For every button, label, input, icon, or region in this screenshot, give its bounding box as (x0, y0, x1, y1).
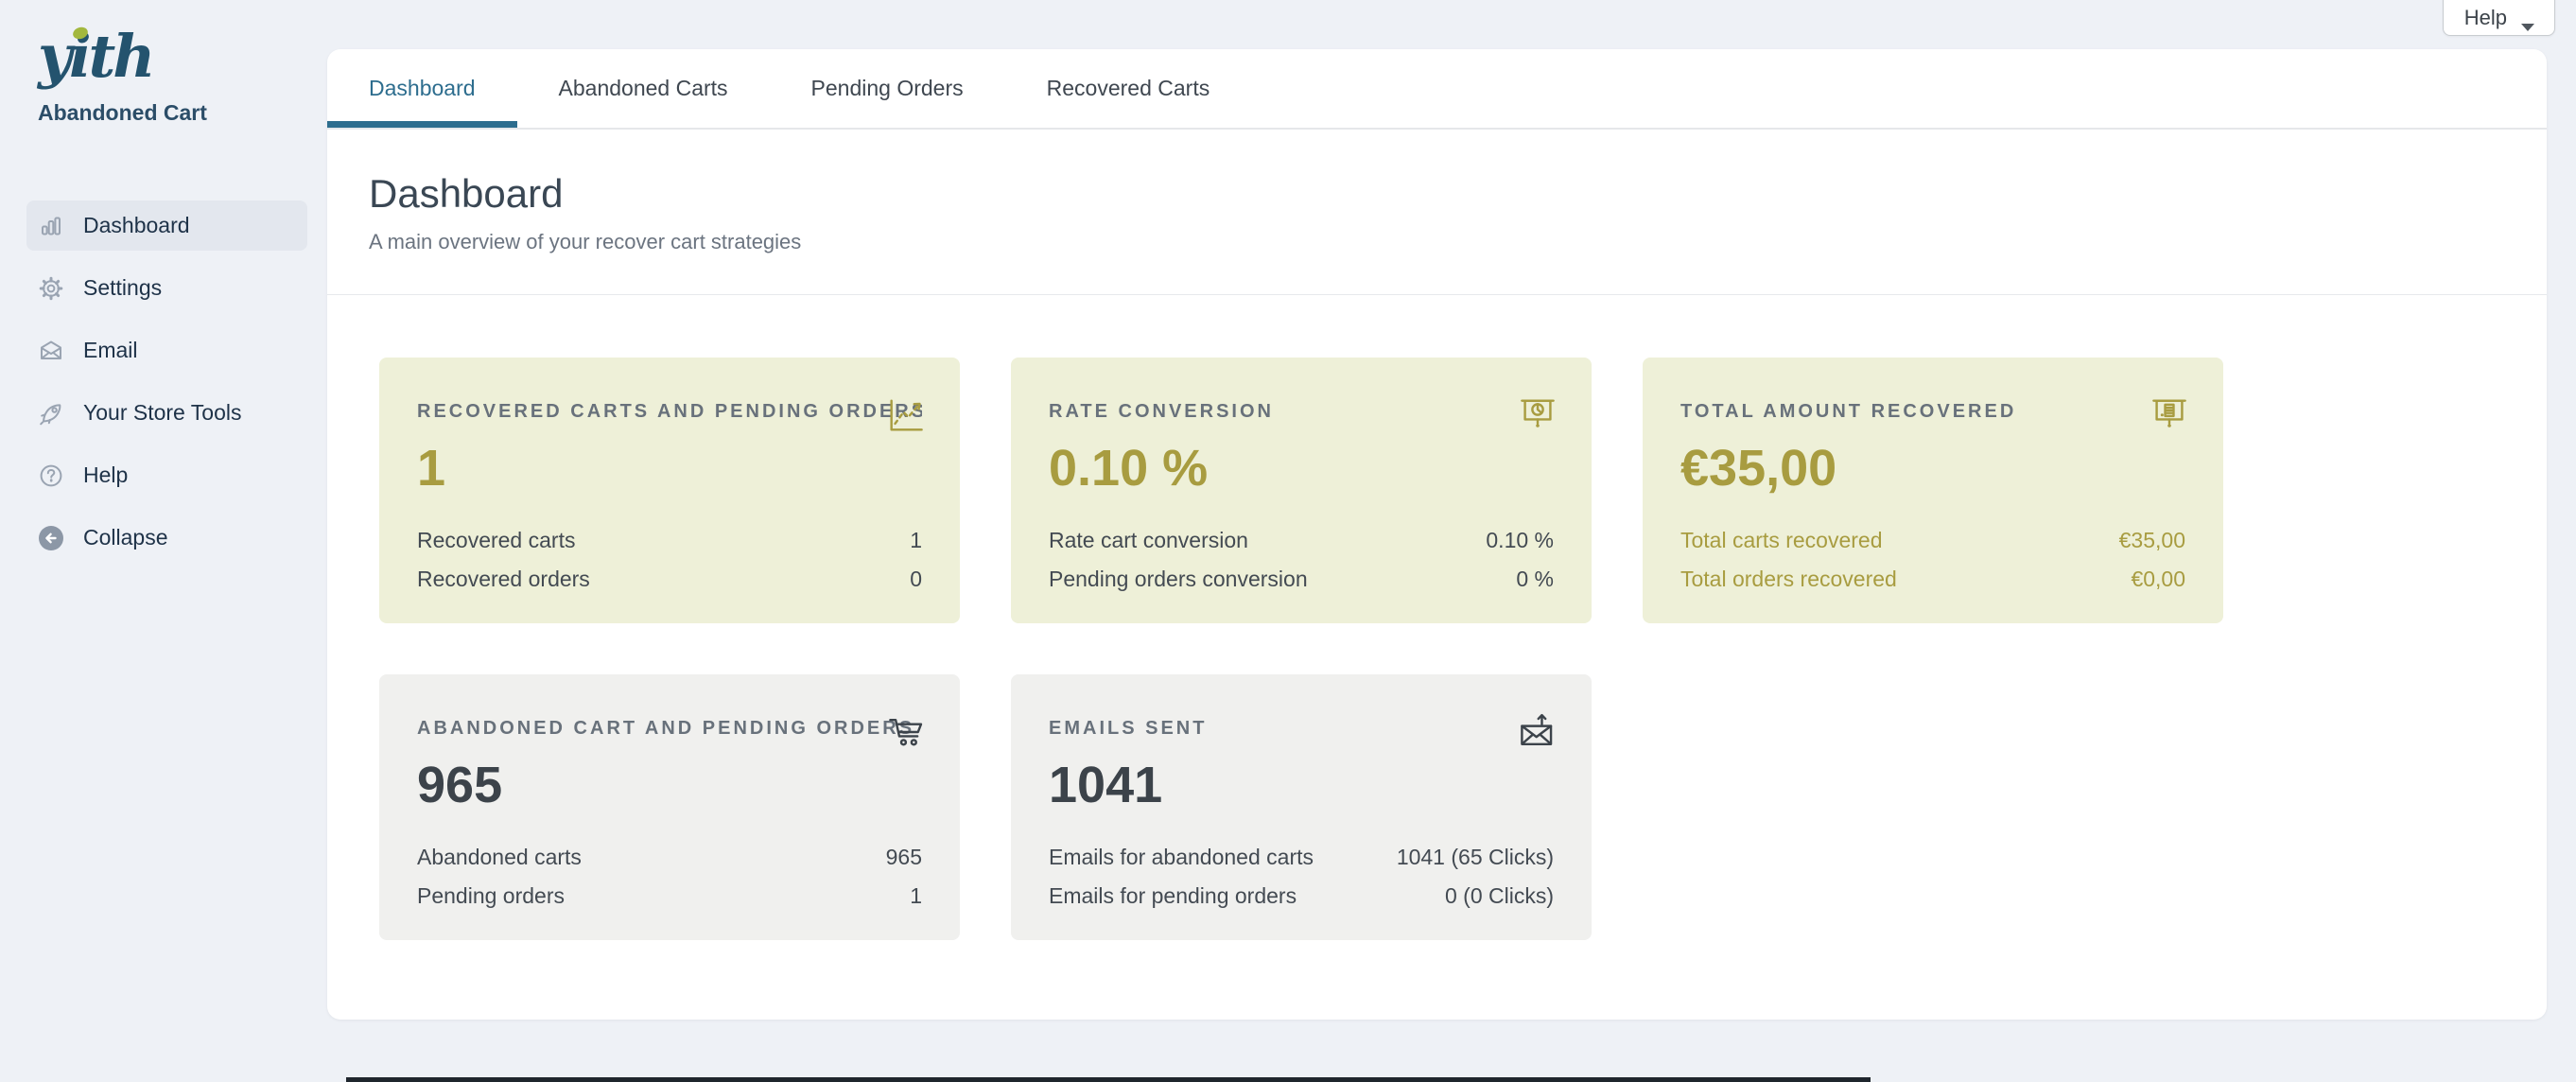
sidebar-item-label: Help (83, 462, 128, 488)
caret-down-icon (2520, 13, 2535, 23)
row-value: 0 (0 Clicks) (1445, 883, 1554, 909)
card-title: RATE CONVERSION (1049, 401, 1554, 423)
sidebar-nav: Dashboard Settings Email Your (26, 201, 307, 575)
sidebar: yith Abandoned Cart Dashboard Settings (0, 0, 327, 1082)
card-row: Total carts recovered €35,00 (1680, 521, 2185, 560)
tab-label: Recovered Carts (1047, 76, 1210, 101)
sidebar-item-label: Your Store Tools (83, 400, 242, 426)
row-value: 965 (886, 845, 922, 870)
card-row: Pending orders 1 (417, 877, 922, 916)
card-row: Rate cart conversion 0.10 % (1049, 521, 1554, 560)
tab-abandoned-carts[interactable]: Abandoned Carts (517, 49, 770, 128)
sidebar-item-label: Email (83, 338, 138, 363)
row-value: 0.10 % (1486, 528, 1554, 553)
card-rows: Total carts recovered €35,00 Total order… (1680, 521, 2185, 599)
card-recovered-carts-and-pending-orders: RECOVERED CARTS AND PENDING ORDERS 1 Rec… (379, 358, 960, 623)
row-label: Rate cart conversion (1049, 528, 1248, 553)
row-label: Total carts recovered (1680, 528, 1882, 553)
sidebar-item-dashboard[interactable]: Dashboard (26, 201, 307, 251)
sidebar-item-label: Settings (83, 275, 162, 301)
sidebar-item-label: Collapse (83, 525, 168, 550)
row-value: €35,00 (2119, 528, 2185, 553)
card-rows: Emails for abandoned carts 1041 (65 Clic… (1049, 838, 1554, 916)
envelope-icon (38, 338, 64, 364)
sidebar-item-your-store-tools[interactable]: Your Store Tools (26, 388, 307, 438)
row-value: 1041 (65 Clicks) (1397, 845, 1554, 870)
row-value: 1 (910, 883, 922, 909)
card-value: 965 (417, 757, 922, 813)
product-name: Abandoned Cart (38, 100, 207, 126)
card-title: RECOVERED CARTS AND PENDING ORDERS (417, 401, 922, 423)
row-label: Pending orders conversion (1049, 567, 1308, 592)
presentation-pie-icon (1516, 393, 1559, 437)
tab-recovered-carts[interactable]: Recovered Carts (1005, 49, 1252, 128)
stats-cards-grid: RECOVERED CARTS AND PENDING ORDERS 1 Rec… (327, 295, 2547, 940)
card-rows: Recovered carts 1 Recovered orders 0 (417, 521, 922, 599)
presentation-money-icon (2148, 393, 2191, 437)
question-circle-icon (38, 462, 64, 489)
page-subtitle: A main overview of your recover cart str… (369, 230, 2505, 254)
tab-label: Dashboard (369, 76, 476, 101)
card-row: Recovered carts 1 (417, 521, 922, 560)
sidebar-item-label: Dashboard (83, 213, 190, 238)
rocket-icon (38, 400, 64, 427)
card-value: 0.10 % (1049, 440, 1554, 497)
card-rows: Abandoned carts 965 Pending orders 1 (417, 838, 922, 916)
sidebar-item-collapse[interactable]: Collapse (26, 513, 307, 563)
card-row: Abandoned carts 965 (417, 838, 922, 877)
row-value: 0 % (1516, 567, 1554, 592)
card-value: 1041 (1049, 757, 1554, 813)
tab-dashboard[interactable]: Dashboard (327, 49, 517, 128)
row-label: Pending orders (417, 883, 565, 909)
row-label: Recovered orders (417, 567, 590, 592)
email-sent-icon (1516, 710, 1559, 754)
card-row: Total orders recovered €0,00 (1680, 560, 2185, 599)
collapse-arrow-icon (38, 525, 64, 551)
shopping-cart-icon (884, 710, 928, 754)
logo-text: yith (38, 25, 207, 89)
gear-icon (38, 275, 64, 302)
sidebar-item-email[interactable]: Email (26, 325, 307, 375)
tab-label: Abandoned Carts (559, 76, 728, 101)
card-title: TOTAL AMOUNT RECOVERED (1680, 401, 2185, 423)
line-chart-icon (884, 393, 928, 437)
page-header: Dashboard A main overview of your recove… (327, 130, 2547, 295)
row-label: Emails for abandoned carts (1049, 845, 1314, 870)
card-title: EMAILS SENT (1049, 718, 1554, 740)
help-dropdown-label: Help (2464, 6, 2507, 30)
help-dropdown-button[interactable]: Help (2443, 0, 2555, 36)
tab-bar: Dashboard Abandoned Carts Pending Orders… (327, 49, 2547, 130)
card-row: Pending orders conversion 0 % (1049, 560, 1554, 599)
card-row: Emails for abandoned carts 1041 (65 Clic… (1049, 838, 1554, 877)
tab-pending-orders[interactable]: Pending Orders (770, 49, 1005, 128)
bar-chart-icon (38, 213, 64, 239)
row-value: 1 (910, 528, 922, 553)
card-title: ABANDONED CART AND PENDING ORDERS (417, 718, 922, 740)
tab-label: Pending Orders (811, 76, 964, 101)
card-rows: Rate cart conversion 0.10 % Pending orde… (1049, 521, 1554, 599)
card-rate-conversion: RATE CONVERSION 0.10 % Rate cart convers… (1011, 358, 1592, 623)
card-value: €35,00 (1680, 440, 2185, 497)
card-row: Emails for pending orders 0 (0 Clicks) (1049, 877, 1554, 916)
bottom-edge-bar (346, 1077, 1871, 1082)
row-label: Abandoned carts (417, 845, 582, 870)
logo: yith Abandoned Cart (38, 25, 207, 126)
main-panel: Dashboard Abandoned Carts Pending Orders… (327, 49, 2547, 1020)
row-value: 0 (910, 567, 922, 592)
sidebar-item-help[interactable]: Help (26, 450, 307, 500)
card-row: Recovered orders 0 (417, 560, 922, 599)
row-value: €0,00 (2131, 567, 2185, 592)
page-title: Dashboard (369, 171, 2505, 217)
card-value: 1 (417, 440, 922, 497)
card-emails-sent: EMAILS SENT 1041 Emails for abandoned ca… (1011, 674, 1592, 940)
row-label: Recovered carts (417, 528, 575, 553)
card-abandoned-cart-and-pending-orders: ABANDONED CART AND PENDING ORDERS 965 Ab… (379, 674, 960, 940)
row-label: Emails for pending orders (1049, 883, 1297, 909)
sidebar-item-settings[interactable]: Settings (26, 263, 307, 313)
row-label: Total orders recovered (1680, 567, 1897, 592)
card-total-amount-recovered: TOTAL AMOUNT RECOVERED €35,00 Total cart… (1643, 358, 2223, 623)
